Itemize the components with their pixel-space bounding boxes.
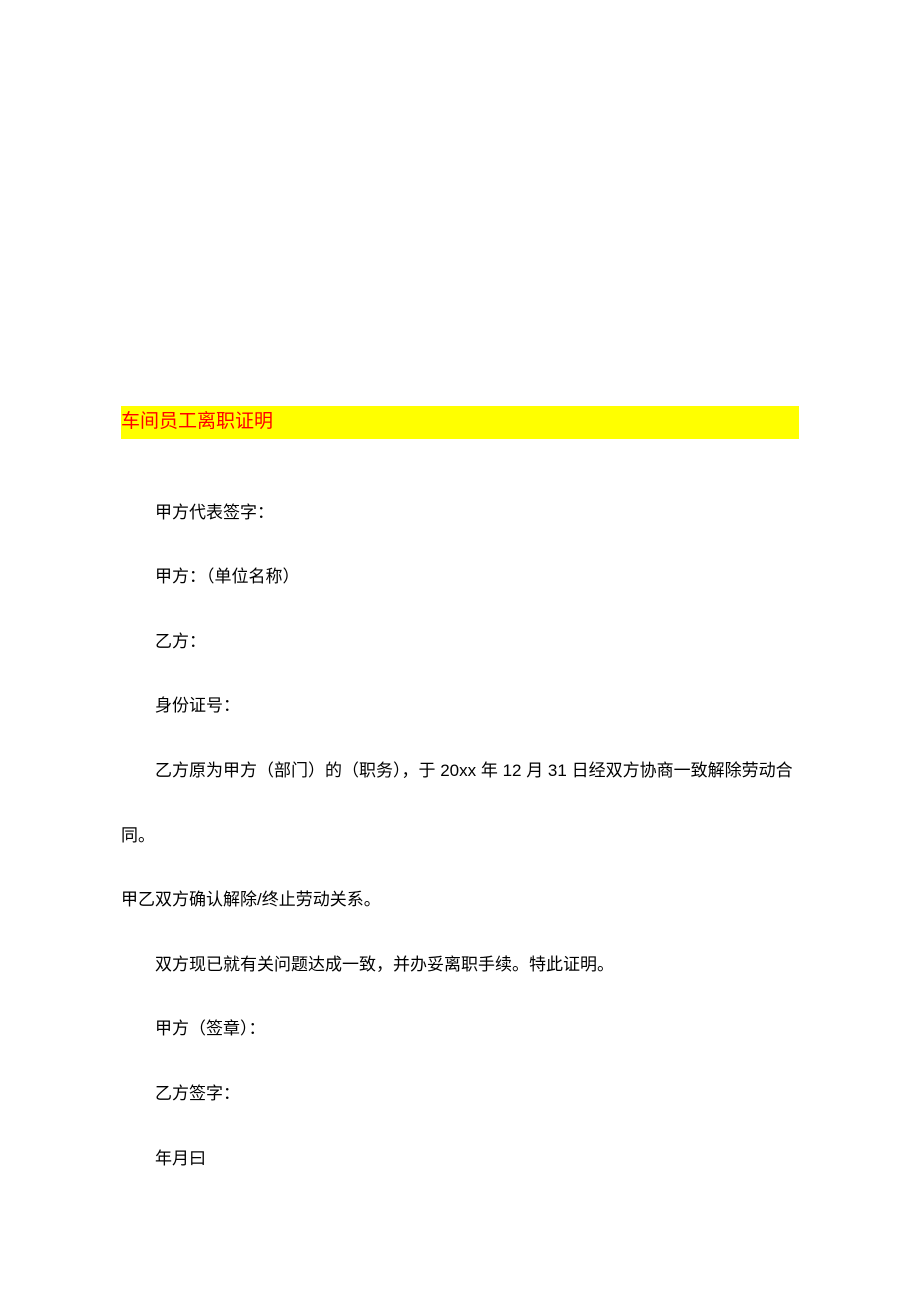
main-statement-2: 甲乙双方确认解除/终止劳动关系。 — [121, 868, 799, 933]
party-b-sign: 乙方签字： — [121, 1062, 799, 1127]
party-a-rep-sign: 甲方代表签字： — [121, 481, 799, 546]
main-statement-1: 乙方原为甲方（部门）的（职务），于 20xx 年 12 月 31 日经双方协商一… — [121, 739, 799, 868]
party-a-name: 甲方：（单位名称） — [121, 545, 799, 610]
document-body: 甲方代表签字： 甲方：（单位名称） 乙方： 身份证号： 乙方原为甲方（部门）的（… — [121, 481, 799, 1192]
date-line: 年月曰 — [121, 1127, 799, 1192]
id-number: 身份证号： — [121, 674, 799, 739]
document-title: 车间员工离职证明 — [121, 406, 799, 439]
party-a-seal: 甲方（签章）： — [121, 997, 799, 1062]
conclusion: 双方现已就有关问题达成一致，并办妥离职手续。特此证明。 — [121, 933, 799, 998]
party-b: 乙方： — [121, 610, 799, 675]
document-page: 车间员工离职证明 甲方代表签字： 甲方：（单位名称） 乙方： 身份证号： 乙方原… — [0, 0, 920, 1191]
